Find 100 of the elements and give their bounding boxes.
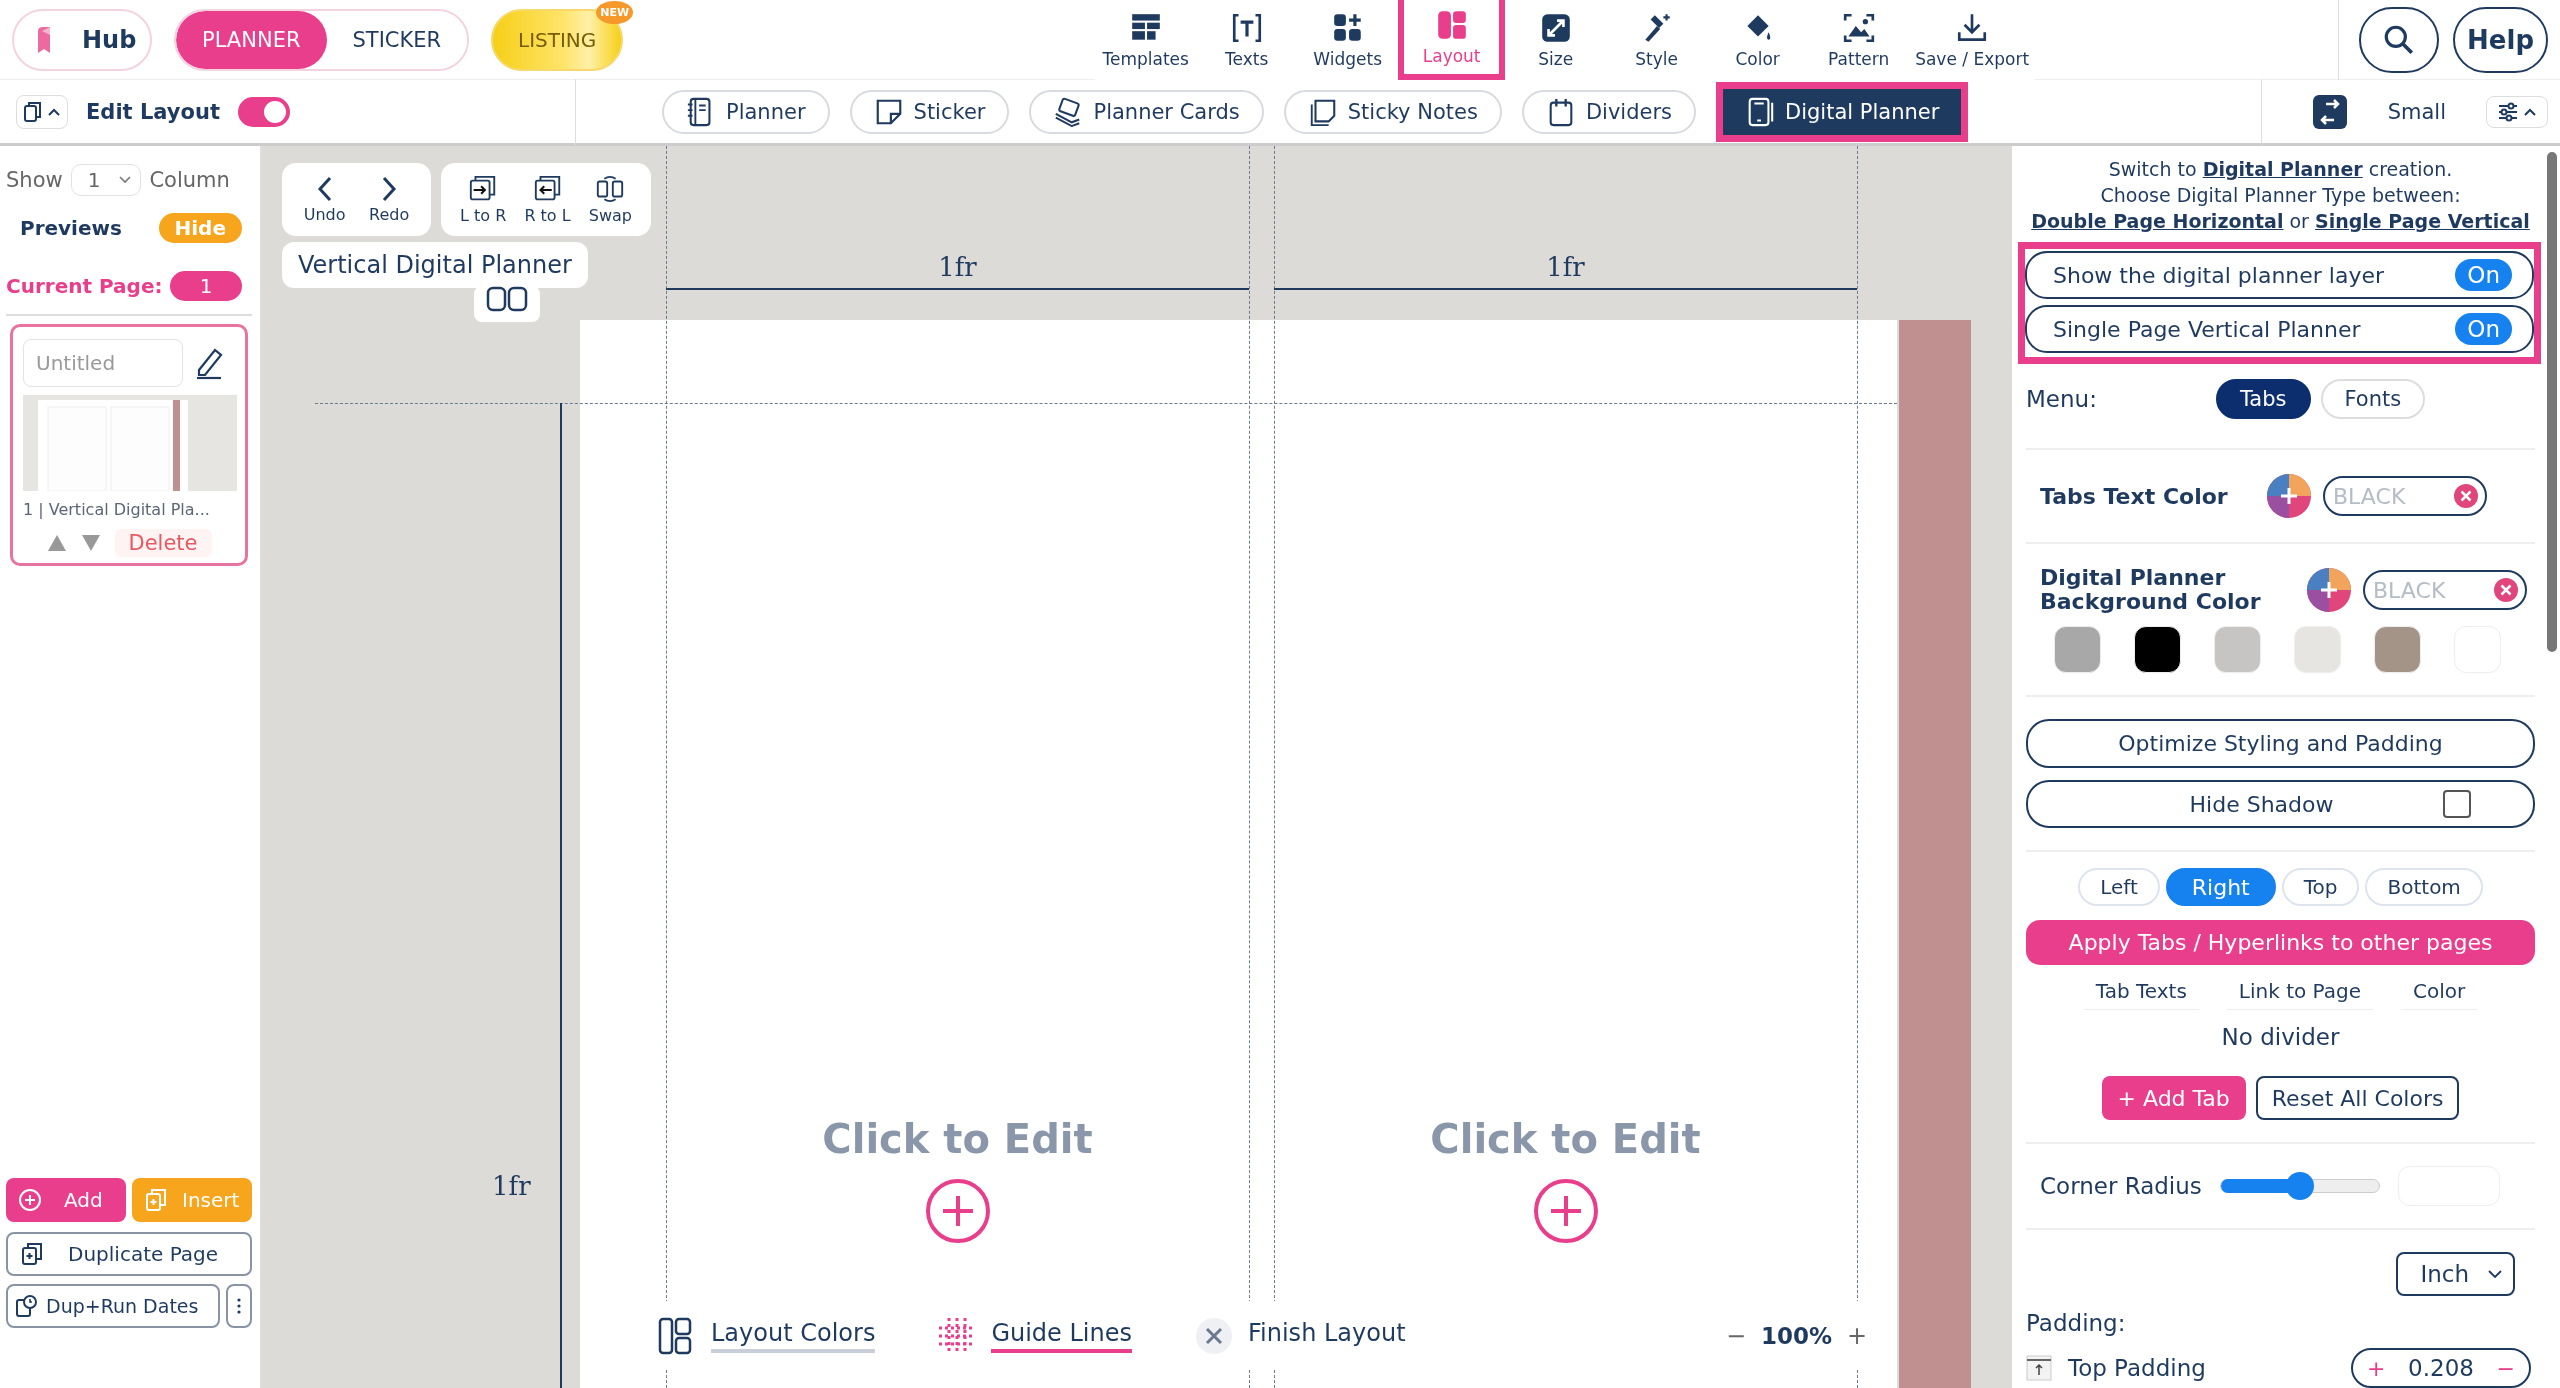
product-tab[interactable]: Sticker [849, 89, 1010, 134]
page-caption: 1 | Vertical Digital Pla... [23, 499, 211, 521]
duplicate-icon [20, 1242, 44, 1266]
product-tab[interactable]: Planner [662, 89, 830, 134]
zoom-value: 100% [1760, 1322, 1833, 1349]
swap-orientation-button[interactable] [2311, 93, 2348, 130]
slider-thumb[interactable] [2285, 1172, 2314, 1200]
position-tab[interactable]: Bottom [2365, 868, 2483, 907]
previews-label: Previews [20, 216, 122, 240]
toggle-row[interactable]: Single Page Vertical Planner On [2025, 305, 2534, 353]
intro-text: Choose Digital Planner Type between: [2100, 184, 2461, 206]
empty-message: No divider [2220, 1024, 2341, 1050]
menu-tab[interactable]: Tabs [2216, 379, 2311, 420]
color-swatch[interactable] [2134, 626, 2181, 674]
copy-icon [23, 100, 43, 123]
hide-shadow-checkbox[interactable] [2443, 790, 2472, 819]
position-tab[interactable]: Top [2281, 868, 2360, 907]
apply-tabs-button[interactable]: Apply Tabs / Hyperlinks to other pages [2026, 920, 2535, 965]
new-badge: NEW [596, 0, 634, 24]
product-tab[interactable]: Digital Planner [1716, 81, 1969, 142]
redo-button[interactable]: Redo [367, 175, 412, 224]
optimize-button[interactable]: Optimize Styling and Padding [2026, 719, 2535, 768]
top-padding-icon [2026, 1355, 2052, 1381]
pages-toggle-button[interactable] [16, 94, 68, 129]
increase-button[interactable]: + [2361, 1354, 2392, 1382]
color-wheel-icon[interactable] [2305, 566, 2353, 615]
page-card[interactable]: Untitled 1 | Vertical Digital Pla... Delete [10, 324, 248, 566]
clear-icon [2453, 483, 2479, 510]
layout-name-label: Vertical Digital Planner [282, 242, 588, 288]
hide-shadow-label: Hide Shadow [2189, 791, 2334, 817]
column-label: Column [149, 168, 230, 192]
color-field[interactable]: BLACK [2363, 570, 2527, 611]
reset-colors-button[interactable]: Reset All Colors [2255, 1076, 2460, 1120]
zoom-out-button[interactable]: − [1720, 1320, 1753, 1351]
column-header: Color [2401, 979, 2478, 1010]
arrange-button[interactable]: R to L [522, 174, 573, 225]
padding-stepper[interactable]: + 0.208 − [2351, 1348, 2531, 1388]
corner-radius-label: Corner Radius [2040, 1173, 2202, 1199]
clear-icon [2493, 577, 2519, 604]
row-size-label: 1fr [492, 1171, 531, 1201]
color-swatch[interactable] [2214, 626, 2261, 674]
chevron-down-icon [2487, 1269, 2503, 1279]
more-icon [236, 1297, 242, 1315]
edit-layout-switch[interactable] [237, 96, 290, 127]
column-select[interactable]: 1 [70, 164, 142, 196]
edit-layout-label: Edit Layout [86, 99, 220, 124]
position-tab[interactable]: Left [2078, 868, 2160, 907]
size-label: Small [2387, 99, 2446, 124]
color-label: Digital Planner Background Color [2040, 566, 2262, 615]
zoom-in-button[interactable]: + [1840, 1320, 1873, 1351]
chevron-down-icon [118, 175, 133, 185]
menu-label: Menu: [2026, 386, 2098, 413]
color-field[interactable]: BLACK [2323, 476, 2487, 517]
color-label: Tabs Text Color [2040, 483, 2229, 509]
color-swatch[interactable] [2374, 626, 2421, 674]
caret-icon [2523, 106, 2537, 117]
product-tab[interactable]: Planner Cards [1029, 89, 1264, 134]
padding-label: Padding: [2026, 1310, 2127, 1336]
mode-tab[interactable]: PLANNER [176, 10, 327, 69]
color-wheel-icon[interactable] [2265, 472, 2313, 521]
planner-type-link[interactable]: Digital Planner [2202, 158, 2363, 180]
planner-type-link[interactable]: Single Page Vertical [2314, 210, 2530, 232]
column-header: Link to Page [2226, 979, 2373, 1010]
more-button[interactable] [226, 1284, 252, 1328]
toggle-row[interactable]: Show the digital planner layer On [2025, 251, 2534, 299]
close-icon [1194, 1315, 1234, 1356]
settings-button[interactable] [2486, 95, 2548, 128]
intro-text: Switch to [2108, 158, 2198, 180]
menu-tab[interactable]: Fonts [2320, 379, 2426, 420]
unit-select[interactable]: Inch [2396, 1252, 2515, 1296]
toggle-pill[interactable]: On [2455, 313, 2512, 345]
planner-type-link[interactable]: Double Page Horizontal [2031, 210, 2284, 232]
decrease-button[interactable]: − [2490, 1354, 2521, 1382]
duplicate-page-button[interactable]: Duplicate Page [6, 1232, 252, 1276]
add-page-button[interactable]: Add [6, 1178, 126, 1222]
toggle-pill[interactable]: On [2455, 259, 2512, 291]
arrange-button[interactable]: Swap [586, 174, 634, 225]
position-tab[interactable]: Right [2165, 868, 2276, 907]
arrange-button[interactable]: L to R [458, 174, 509, 225]
product-tab[interactable]: Sticky Notes [1283, 89, 1502, 134]
column-size-label: 1fr [938, 252, 977, 282]
product-tab[interactable]: Dividers [1521, 89, 1696, 134]
intro-text: or [2288, 210, 2310, 232]
help-button[interactable]: Help [2453, 6, 2548, 73]
page-title-field[interactable]: Untitled [23, 339, 183, 387]
add-tab-button[interactable]: + Add Tab [2101, 1076, 2246, 1120]
toolbar-button[interactable]: Layout [1398, 0, 1506, 80]
swap-columns-icon [595, 174, 626, 204]
insert-page-icon [144, 1188, 168, 1212]
scrollbar[interactable] [2547, 152, 2557, 652]
color-swatch[interactable] [2294, 626, 2341, 674]
color-swatch[interactable] [2054, 626, 2101, 674]
add-circle-icon[interactable] [1532, 1178, 1599, 1244]
column-header: Tab Texts [2083, 979, 2199, 1010]
hub-button[interactable]: Hub [12, 8, 152, 71]
add-circle-icon[interactable] [924, 1178, 991, 1244]
move-down-icon [80, 534, 101, 552]
duplicate-run-dates-button[interactable]: Dup+Run Dates [6, 1284, 220, 1328]
undo-button[interactable]: Undo [301, 175, 348, 224]
column-size-label: 1fr [1546, 252, 1585, 282]
